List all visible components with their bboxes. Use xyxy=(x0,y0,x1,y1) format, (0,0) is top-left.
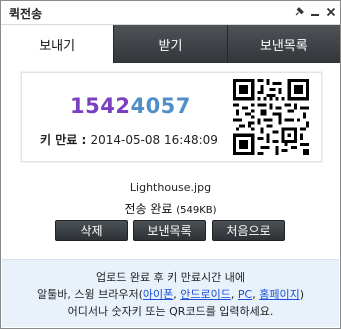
footer-separator: , xyxy=(230,288,238,301)
pin-icon[interactable] xyxy=(291,4,307,20)
key-expire: 키 만료 : 2014-05-08 16:48:09 xyxy=(40,131,218,148)
tab-receive[interactable]: 받기 xyxy=(113,25,227,63)
footer-line-2-prefix: 알툴바, 스윙 브라우저( xyxy=(37,288,143,301)
transfer-status-text: 전송 완료 xyxy=(124,202,173,216)
transfer-status: 전송 완료 (549KB) xyxy=(1,200,340,217)
footer-line-2: 알툴바, 스윙 브라우저(아이폰, 안드로이드, PC, 홈페이지) xyxy=(2,286,339,303)
minimize-icon[interactable] xyxy=(307,4,323,20)
sent-list-button[interactable]: 보낸목록 xyxy=(133,220,206,241)
delete-button[interactable]: 삭제 xyxy=(55,220,128,241)
info-footer: 업로드 완료 후 키 만료시간 내에 알툴바, 스윙 브라우저(아이폰, 안드로… xyxy=(2,259,339,327)
file-name: Lighthouse.jpg xyxy=(129,181,212,194)
iphone-link[interactable]: 아이폰 xyxy=(143,288,173,301)
footer-line-2-suffix: ) xyxy=(299,288,304,301)
file-size: (549KB) xyxy=(176,205,217,216)
transfer-key: 15424057 xyxy=(70,94,191,118)
pc-link[interactable]: PC xyxy=(238,288,252,301)
tab-send[interactable]: 보내기 xyxy=(1,25,114,63)
key-expire-label: 키 만료 : xyxy=(40,133,91,147)
transfer-key-part2: 4057 xyxy=(130,94,191,118)
quick-transfer-window: 퀵전송 보내기 받기 보낸목록 15424057 키 만료 : 2014-05-… xyxy=(0,0,341,329)
footer-line-3: 어디서나 숫자키 또는 QR코드를 입력하세요. xyxy=(67,305,274,318)
homepage-link[interactable]: 홈페이지 xyxy=(259,288,299,301)
close-icon[interactable] xyxy=(323,4,339,20)
android-link[interactable]: 안드로이드 xyxy=(180,288,231,301)
window-title: 퀵전송 xyxy=(9,7,43,21)
qr-code xyxy=(233,79,309,155)
transfer-key-part1: 1542 xyxy=(70,94,131,118)
key-expire-time: 16:48:09 xyxy=(164,133,218,147)
title-bar[interactable]: 퀵전송 xyxy=(1,1,340,25)
restart-button[interactable]: 처음으로 xyxy=(212,220,285,241)
tab-bar: 보내기 받기 보낸목록 xyxy=(1,25,340,63)
transfer-key-card: 15424057 키 만료 : 2014-05-08 16:48:09 xyxy=(21,72,322,162)
tab-sent-list[interactable]: 보낸목록 xyxy=(226,25,340,63)
action-buttons: 삭제 보낸목록 처음으로 xyxy=(1,220,340,241)
key-expire-date: 2014-05-08 xyxy=(90,133,161,147)
footer-line-1: 업로드 완료 후 키 만료시간 내에 xyxy=(95,271,246,284)
